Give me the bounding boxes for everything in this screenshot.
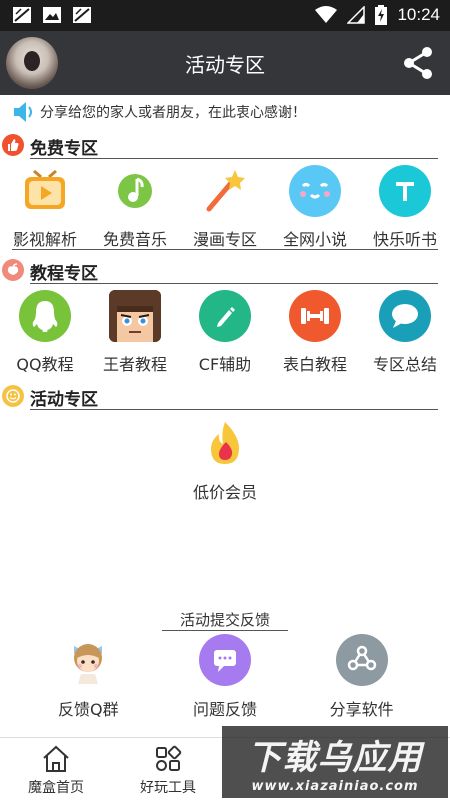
app-bar: 活动专区: [0, 31, 450, 95]
image-notification-icon: [43, 7, 61, 23]
letter-t-icon: [379, 165, 431, 217]
page-title: 活动专区: [185, 53, 265, 77]
status-time: 10:24: [397, 5, 440, 24]
grid-item-cf-helper[interactable]: CF辅助: [180, 290, 270, 375]
grid-item-label: 表白教程: [282, 355, 347, 374]
status-bar: 10:24: [0, 0, 450, 31]
pencil-icon: [199, 290, 251, 342]
grid-item-novels[interactable]: 全网小说: [270, 165, 360, 250]
apps-icon: [156, 745, 182, 771]
grid-item-label: 漫画专区: [192, 230, 257, 249]
home-icon: [43, 745, 69, 772]
feedback-issue[interactable]: 问题反馈: [165, 634, 285, 720]
speech-bubble-icon: [379, 290, 431, 342]
grid-item-label: 免费音乐: [102, 230, 167, 249]
smiley-face-icon: [289, 165, 341, 217]
chat-icon: [198, 634, 251, 686]
section-header-tutorial: 教程专区: [0, 258, 450, 284]
grid-item-label: 王者教程: [102, 355, 167, 374]
grid-item-video[interactable]: 影视解析: [0, 165, 90, 250]
notice-bar: 分享给您的家人或者朋友，在此衷心感谢！: [12, 99, 306, 125]
feedback-qq-group[interactable]: 反馈Q群: [28, 634, 148, 720]
feedback-label: 分享软件: [329, 700, 394, 719]
divider: [30, 283, 438, 284]
feedback-label: 问题反馈: [192, 700, 257, 719]
smile-icon: [2, 385, 24, 407]
grid-item-hero-tutorial[interactable]: 王者教程: [90, 290, 180, 375]
wifi-icon: [315, 6, 338, 23]
notification-icon: [13, 7, 31, 23]
nav-label: 魔盒首页: [28, 780, 84, 796]
cartoon-girl-icon: [62, 634, 114, 686]
hero-portrait-icon: [109, 290, 161, 342]
magic-wand-icon: [199, 165, 251, 217]
section-header-free: 免费专区: [0, 133, 450, 159]
divider: [162, 630, 288, 631]
grid-item-label: 全网小说: [282, 230, 347, 249]
notification-icon: [73, 7, 91, 23]
grid-item-summary[interactable]: 专区总结: [360, 290, 450, 375]
grid-item-music[interactable]: 免费音乐: [90, 165, 180, 250]
tutorial-section-grid: QQ教程 王者教程 CF辅助 表白教程 专区总结: [0, 290, 450, 375]
free-section-grid: 影视解析 免费音乐 漫画专区 全网小说 快乐听书: [0, 165, 450, 250]
speaker-icon: [14, 102, 32, 122]
nav-tools[interactable]: 好玩工具: [112, 738, 224, 801]
notice-text: 分享给您的家人或者朋友，在此衷心感谢！: [40, 105, 306, 121]
nav-label: 好玩工具: [140, 780, 196, 796]
grid-item-label: 低价会员: [192, 483, 257, 502]
feedback-label: 反馈Q群: [58, 700, 119, 719]
section-title: 免费专区: [30, 139, 98, 159]
activity-section-grid: 低价会员: [0, 418, 450, 503]
dumbbell-icon: [289, 290, 341, 342]
watermark: 下载乌应用 www.xiazainiao.com: [222, 726, 448, 798]
grid-item-cheap-vip[interactable]: 低价会员: [180, 418, 270, 503]
feedback-grid: 反馈Q群 问题反馈 分享软件: [0, 634, 450, 720]
grid-item-qq-tutorial[interactable]: QQ教程: [0, 290, 90, 375]
divider: [30, 409, 438, 410]
signal-icon: [347, 6, 366, 24]
section-title: 活动专区: [30, 390, 98, 410]
qq-penguin-icon: [19, 290, 71, 342]
grid-item-label: QQ教程: [16, 355, 74, 374]
share-icon[interactable]: [402, 46, 434, 80]
feedback-title: 活动提交反馈: [179, 611, 270, 629]
grid-item-label: 专区总结: [372, 355, 437, 374]
section-header-activity: 活动专区: [0, 384, 450, 410]
divider: [30, 158, 438, 159]
feedback-share-app[interactable]: 分享软件: [302, 634, 422, 720]
divider: [12, 249, 438, 250]
section-title: 教程专区: [30, 264, 98, 284]
battery-charging-icon: [375, 5, 388, 25]
flame-icon: [199, 418, 251, 470]
music-note-icon: [109, 165, 161, 217]
grid-item-label: CF辅助: [198, 355, 252, 374]
nav-home[interactable]: 魔盒首页: [0, 738, 112, 801]
grid-item-comics[interactable]: 漫画专区: [180, 165, 270, 250]
grid-item-label: 影视解析: [12, 230, 77, 249]
watermark-text: 下载乌应用: [247, 738, 423, 778]
grid-item-audiobooks[interactable]: 快乐听书: [360, 165, 450, 250]
grid-item-label: 快乐听书: [372, 230, 437, 249]
peach-icon: [2, 259, 24, 281]
share-nodes-icon: [335, 634, 388, 686]
grid-item-confession-tutorial[interactable]: 表白教程: [270, 290, 360, 375]
thumbs-up-icon: [2, 134, 24, 156]
tv-icon: [19, 165, 71, 217]
watermark-url: www.xiazainiao.com: [251, 779, 419, 794]
